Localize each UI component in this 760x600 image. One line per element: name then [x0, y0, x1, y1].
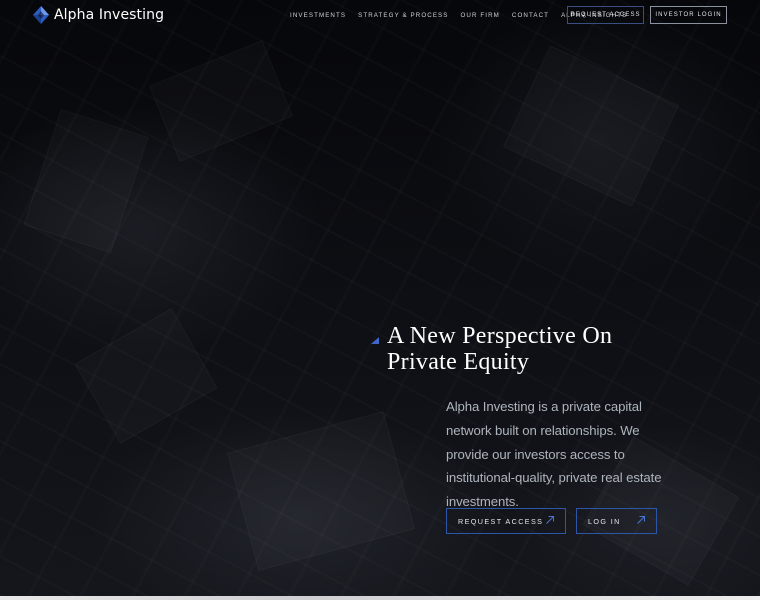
hero-headline-line1: A New Perspective On [387, 323, 613, 349]
arrow-up-right-icon [546, 516, 554, 524]
hero-log-in-button[interactable]: LOG IN [576, 508, 657, 534]
nav-item-investments[interactable]: INVESTMENTS [290, 12, 346, 20]
below-fold-strip [0, 596, 760, 600]
nav-item-our-firm[interactable]: OUR FIRM [461, 12, 500, 20]
hero-log-in-label: LOG IN [588, 516, 621, 526]
hero-request-access-label: REQUEST ACCESS [458, 516, 544, 526]
brand-name: Alpha Investing [54, 7, 165, 23]
hero-headline-line2: Private Equity [387, 349, 530, 375]
nav-item-contact[interactable]: CONTACT [512, 12, 549, 20]
hero-headline: A New Perspective On Private Equity [387, 323, 717, 375]
arrow-up-right-icon [637, 516, 645, 524]
accent-triangle-icon [371, 337, 379, 344]
diamond-logo-icon [33, 6, 49, 24]
hero-description: Alpha Investing is a private capital net… [446, 399, 662, 510]
nav-item-strategy-process[interactable]: STRATEGY & PROCESS [358, 12, 448, 20]
header-investor-login-button[interactable]: INVESTOR LOGIN [650, 6, 727, 24]
header-request-access-button[interactable]: REQUEST ACCESS [567, 6, 644, 24]
brand-logo[interactable]: Alpha Investing [33, 6, 164, 24]
hero-request-access-button[interactable]: REQUEST ACCESS [446, 508, 566, 534]
